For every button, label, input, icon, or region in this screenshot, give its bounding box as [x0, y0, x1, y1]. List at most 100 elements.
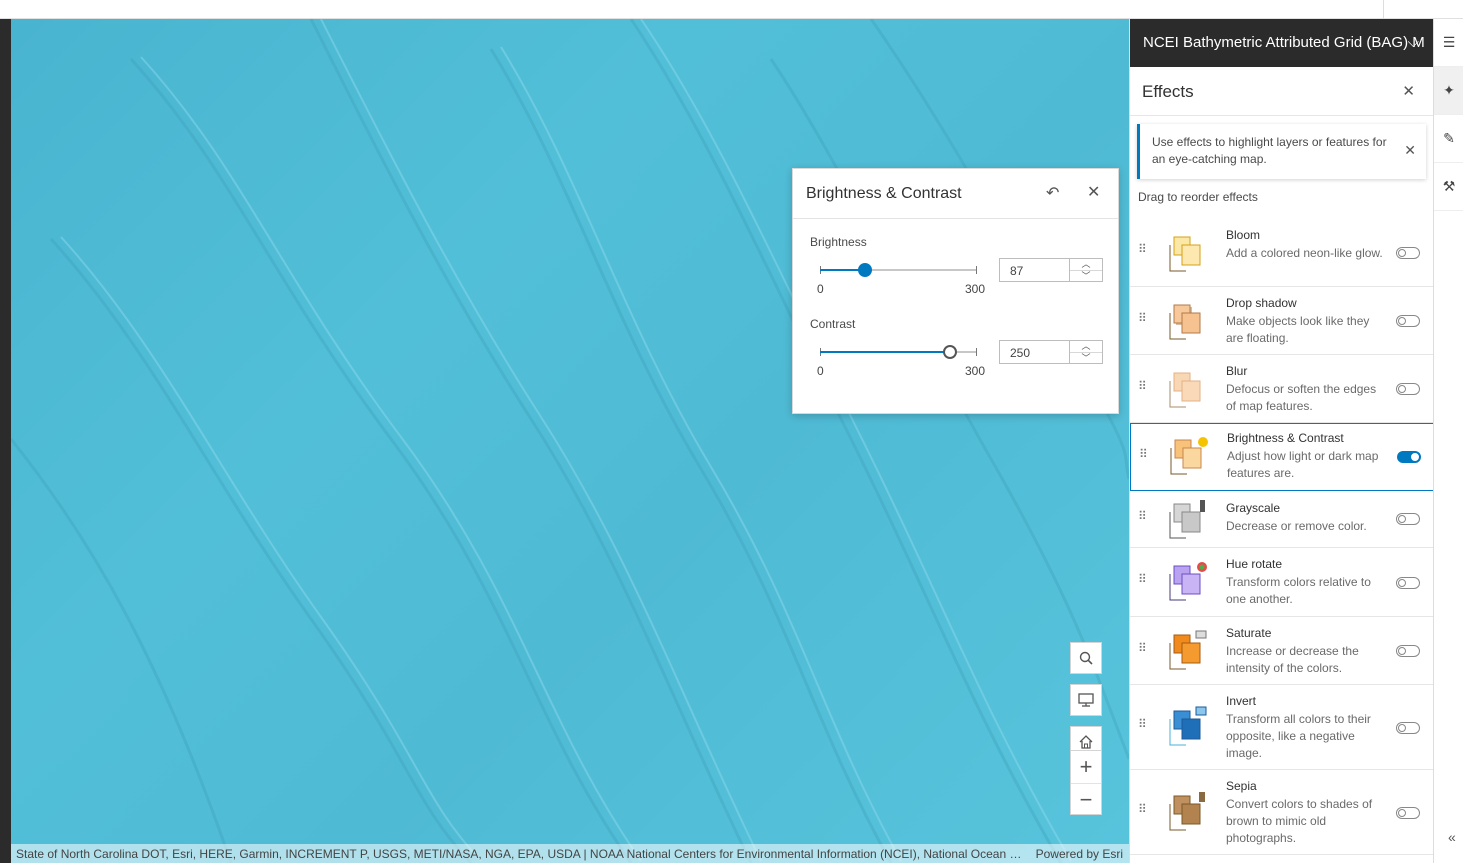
effect-toggle[interactable] [1396, 247, 1420, 259]
effects-header: Effects ✕ [1130, 67, 1433, 116]
collapse-icon[interactable]: « [1448, 829, 1456, 845]
top-bar-divider [1383, 0, 1384, 19]
undo-icon[interactable]: ↶ [1046, 183, 1059, 203]
effect-toggle[interactable] [1396, 722, 1420, 734]
effect-name: Bloom [1226, 228, 1261, 242]
effect-desc: Add a colored neon-like glow. [1226, 246, 1383, 260]
zoom-out-button[interactable]: − [1071, 783, 1101, 815]
effect-item-bloom[interactable]: ⠿ Bloom Add a colored neon-like glow. [1130, 218, 1434, 287]
chevron-down-icon[interactable]: ﹀ [1070, 270, 1102, 281]
effect-name: Hue rotate [1226, 557, 1283, 571]
sparkle-icon: ✦ [1443, 82, 1455, 98]
close-icon[interactable]: ✕ [1087, 182, 1100, 202]
effects-title: Effects [1142, 82, 1194, 101]
chevron-down-icon[interactable]: ﹀ [1070, 352, 1102, 363]
drag-handle-icon[interactable]: ⠿ [1138, 803, 1147, 815]
drag-handle-icon[interactable]: ⠿ [1138, 642, 1147, 654]
drag-handle-icon[interactable]: ⠿ [1138, 380, 1147, 392]
contrast-slider-thumb[interactable] [943, 345, 957, 359]
effect-toggle[interactable] [1396, 383, 1420, 395]
effect-desc: Transform colors relative to one another… [1226, 575, 1371, 606]
contrast-value: 250 [1010, 346, 1031, 360]
map-view[interactable]: State of North Carolina DOT, Esri, HERE,… [11, 19, 1129, 863]
toggle-knob [1411, 453, 1419, 461]
effect-item-brightness-contrast[interactable]: ⠿ Brightness & Contrast Adjust how light… [1130, 423, 1434, 491]
bathymetry-relief [11, 19, 1129, 863]
chevron-down-icon: ⌵ [1407, 34, 1419, 51]
drag-handle-icon[interactable]: ⠿ [1138, 243, 1147, 255]
top-bar [0, 0, 1463, 19]
effects-button[interactable]: ✦ [1434, 67, 1463, 115]
drop-shadow-icon [1169, 304, 1201, 340]
brightness-slider-thumb[interactable] [858, 263, 872, 277]
properties-button[interactable]: ☰ [1434, 19, 1463, 67]
effect-toggle[interactable] [1396, 315, 1420, 327]
effect-desc: Convert colors to shades of brown to mim… [1226, 797, 1373, 845]
saturate-icon [1169, 630, 1207, 670]
layer-title: NCEI Bathymetric Attributed Grid (BAG) M [1143, 34, 1425, 51]
brightness-slider[interactable] [820, 263, 977, 277]
wrench-icon: ⚒ [1442, 178, 1456, 194]
close-icon[interactable]: ✕ [1404, 142, 1416, 159]
screen-icon [1078, 693, 1094, 707]
powered-by-link[interactable]: Powered by Esri [1036, 847, 1123, 861]
contrast-stepper[interactable]: ︿ ﹀ [1069, 341, 1102, 363]
effect-toggle[interactable] [1396, 645, 1420, 657]
map-attribution: State of North Carolina DOT, Esri, HERE,… [11, 844, 1129, 863]
effect-item-invert[interactable]: ⠿ Invert Transform all colors to their o… [1130, 685, 1434, 770]
search-button[interactable] [1070, 642, 1102, 674]
effect-toggle[interactable] [1397, 451, 1421, 463]
layer-selector[interactable]: NCEI Bathymetric Attributed Grid (BAG) M… [1130, 19, 1433, 67]
effect-desc: Adjust how light or dark map features ar… [1227, 449, 1379, 480]
effect-item-grayscale[interactable]: ⠿ Grayscale Decrease or remove color. [1130, 491, 1434, 548]
bc-panel-header: Brightness & Contrast ↶ ✕ [793, 169, 1118, 219]
blur-icon [1169, 372, 1201, 408]
configure-button[interactable]: ⚒ [1434, 163, 1463, 211]
invert-icon [1169, 706, 1207, 746]
fullscreen-button[interactable] [1070, 684, 1102, 716]
bc-panel-title: Brightness & Contrast [806, 185, 962, 202]
search-icon [1079, 651, 1093, 665]
zoom-controls: + − [1070, 750, 1102, 815]
effect-desc: Decrease or remove color. [1226, 519, 1367, 533]
effect-desc: Defocus or soften the edges of map featu… [1226, 382, 1377, 413]
brightness-input[interactable]: 87 ︿ ﹀ [999, 258, 1103, 282]
drag-handle-icon[interactable]: ⠿ [1138, 510, 1147, 522]
brightness-stepper[interactable]: ︿ ﹀ [1069, 259, 1102, 281]
effects-notice: Use effects to highlight layers or featu… [1137, 124, 1426, 179]
drag-handle-icon[interactable]: ⠿ [1139, 448, 1148, 460]
slider-tick [976, 348, 977, 356]
chevron-up-icon[interactable]: ︿ [1070, 259, 1102, 270]
effect-name: Grayscale [1226, 501, 1281, 515]
effect-toggle[interactable] [1396, 513, 1420, 525]
toggle-knob [1398, 385, 1406, 393]
zoom-in-button[interactable]: + [1071, 751, 1101, 783]
effect-desc: Make objects look like they are floating… [1226, 314, 1370, 345]
minus-icon: − [1079, 786, 1093, 812]
toggle-knob [1398, 809, 1406, 817]
effect-item-saturate[interactable]: ⠿ Saturate Increase or decrease the inte… [1130, 617, 1434, 685]
contrast-input[interactable]: 250 ︿ ﹀ [999, 340, 1103, 364]
effect-toggle[interactable] [1396, 577, 1420, 589]
effect-item-blur[interactable]: ⠿ Blur Defocus or soften the edges of ma… [1130, 355, 1434, 423]
contrast-min: 0 [817, 364, 824, 378]
effect-toggle[interactable] [1396, 807, 1420, 819]
styles-button[interactable]: ✎ [1434, 115, 1463, 163]
drag-handle-icon[interactable]: ⠿ [1138, 312, 1147, 324]
effect-item-hue-rotate[interactable]: ⠿ Hue rotate Transform colors relative t… [1130, 548, 1434, 617]
plus-icon: + [1079, 754, 1093, 779]
brightness-contrast-icon [1170, 437, 1208, 475]
effect-item-sepia[interactable]: ⠿ Sepia Convert colors to shades of brow… [1130, 770, 1434, 855]
close-icon[interactable]: ✕ [1402, 82, 1415, 100]
toggle-knob [1398, 249, 1406, 257]
effect-item-drop-shadow[interactable]: ⠿ Drop shadow Make objects look like the… [1130, 287, 1434, 355]
sepia-icon [1169, 792, 1205, 831]
contrast-slider[interactable] [820, 345, 977, 359]
effect-name: Invert [1226, 694, 1257, 708]
effects-side-panel: NCEI Bathymetric Attributed Grid (BAG) M… [1129, 19, 1434, 863]
toggle-knob [1398, 317, 1406, 325]
drag-handle-icon[interactable]: ⠿ [1138, 573, 1147, 585]
chevron-up-icon[interactable]: ︿ [1070, 341, 1102, 352]
drag-handle-icon[interactable]: ⠿ [1138, 718, 1147, 730]
effect-desc: Transform all colors to their opposite, … [1226, 712, 1371, 760]
